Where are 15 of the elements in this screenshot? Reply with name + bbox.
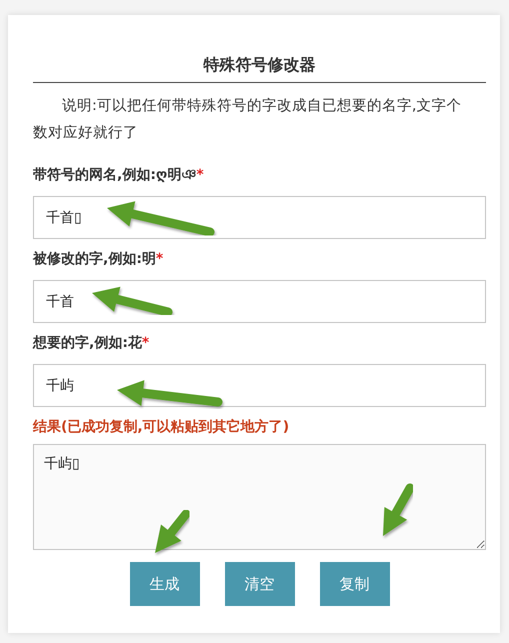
required-mark: * <box>142 335 150 351</box>
result-textarea[interactable]: 千屿▯ <box>33 444 486 550</box>
input-field[interactable]: 千首 <box>33 280 486 323</box>
arrow <box>383 484 414 536</box>
field-label: 想要的字,例如:花 <box>33 335 142 351</box>
result-label: 结果(已成功复制,可以粘贴到其它地方了) <box>33 418 290 437</box>
field-label: 带符号的网名,例如:ღ明ঞ <box>33 167 196 183</box>
required-mark: * <box>196 167 204 183</box>
required-mark: * <box>156 251 164 267</box>
arrow <box>155 510 190 553</box>
input-field[interactable]: 千首▯ <box>33 196 486 239</box>
description: 说明:可以把任何带特殊符号的字改成自已想要的名字,文字个数对应好就行了 <box>33 96 462 143</box>
input-field[interactable]: 千屿 <box>33 364 486 407</box>
field-label: 被修改的字,例如:明 <box>33 251 156 267</box>
form-title: 特殊符号修改器 <box>33 55 486 83</box>
